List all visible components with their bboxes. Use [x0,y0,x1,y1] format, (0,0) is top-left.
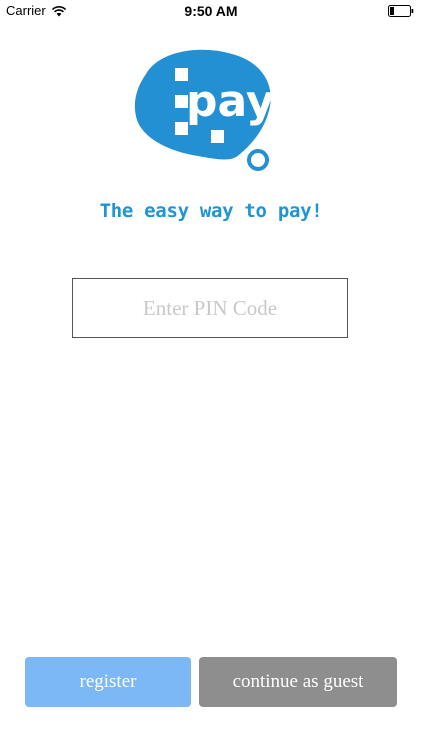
continue-as-guest-button[interactable]: continue as guest [199,657,397,707]
logo-tagline: The easy way to pay! [99,200,323,222]
status-time: 9:50 AM [184,3,238,19]
register-button[interactable]: register [25,657,191,707]
logo-pay-text: pay [186,76,275,127]
pin-code-input[interactable] [72,278,348,338]
status-bar: Carrier 9:50 AM [0,0,422,22]
ipay-logo-icon: pay [134,49,275,171]
app-logo: pay The easy way to pay! [0,40,422,222]
battery-icon [388,5,414,17]
